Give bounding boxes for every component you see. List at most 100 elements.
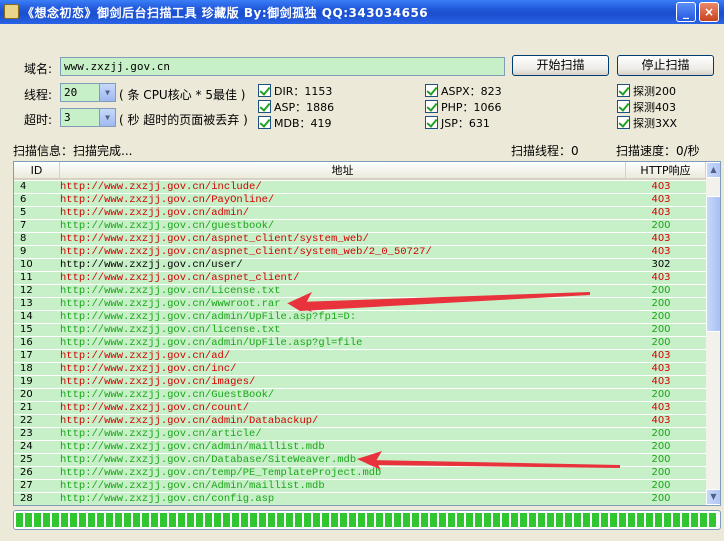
row-id: 7 (20, 220, 27, 231)
row-id: 26 (20, 467, 33, 478)
table-row[interactable]: 26 http://www.zxzjj.gov.cn/temp/PE_Templa… (14, 467, 706, 480)
table-row[interactable]: 7 http://www.zxzjj.gov.cn/guestbook/200 (14, 220, 706, 233)
checkbox-mdb-label: MDB：419 (274, 117, 332, 130)
table-row[interactable]: 5 http://www.zxzjj.gov.cn/admin/403 (14, 207, 706, 220)
row-http-code: 403 (651, 350, 671, 361)
row-http-code: 403 (651, 207, 671, 218)
row-id: 22 (20, 415, 33, 426)
table-row[interactable]: 22 http://www.zxzjj.gov.cn/admin/Databack… (14, 415, 706, 428)
close-button[interactable]: × (699, 2, 719, 22)
row-url: http://www.zxzjj.gov.cn/admin/maillist.m… (60, 441, 325, 453)
chevron-down-icon[interactable]: ▼ (99, 109, 115, 126)
app-icon (4, 4, 19, 19)
table-row[interactable]: 15 http://www.zxzjj.gov.cn/license.txt 200 (14, 324, 706, 337)
row-url: http://www.zxzjj.gov.cn/License.txt (60, 285, 281, 297)
row-http-code: 403 (651, 194, 671, 205)
checkbox-probe-200[interactable]: 探测200 (617, 83, 676, 98)
checkbox-checked-icon (617, 84, 630, 97)
table-row[interactable]: 21 http://www.zxzjj.gov.cn/count/403 (14, 402, 706, 415)
table-row[interactable]: 27 http://www.zxzjj.gov.cn/Admin/maillist… (14, 480, 706, 493)
checkbox-probe-3xx[interactable]: 探测3XX (617, 115, 677, 130)
row-id: 20 (20, 389, 33, 400)
domain-input[interactable]: www.zxzjj.gov.cn (60, 57, 505, 76)
checkbox-php[interactable]: PHP：1066 (425, 99, 502, 114)
minimize-icon: _ (683, 5, 689, 19)
checkbox-dir[interactable]: DIR：1153 (258, 83, 333, 98)
scroll-thumb[interactable] (706, 196, 720, 332)
row-http-code: 200 (651, 480, 671, 491)
row-http-code: 403 (651, 376, 671, 387)
checkbox-checked-icon (617, 100, 630, 113)
table-row[interactable]: 24 http://www.zxzjj.gov.cn/admin/maillist… (14, 441, 706, 454)
row-http-code: 200 (651, 298, 671, 309)
table-row[interactable]: 4 http://www.zxzjj.gov.cn/include/403 (14, 181, 706, 194)
checkbox-aspx[interactable]: ASPX：823 (425, 83, 502, 98)
table-row[interactable]: 14 http://www.zxzjj.gov.cn/admin/UpFile.a… (14, 311, 706, 324)
row-url: http://www.zxzjj.gov.cn/wwwroot.rar (60, 298, 281, 310)
list-rows: 4 http://www.zxzjj.gov.cn/include/403 6 htt… (14, 181, 706, 505)
row-id: 13 (20, 298, 33, 309)
threads-value: 20 (64, 86, 78, 99)
scan-progress-bar (13, 510, 721, 530)
table-row[interactable]: 9 http://www.zxzjj.gov.cn/aspnet_client/s… (14, 246, 706, 259)
column-header-address[interactable]: 地址 (60, 162, 626, 179)
row-id: 17 (20, 350, 33, 361)
timeout-label: 超时: (24, 113, 53, 127)
column-header-id[interactable]: ID (14, 162, 60, 179)
scroll-up-icon[interactable]: ▲ (706, 162, 720, 178)
results-list[interactable]: ID 地址 HTTP响应 4 http://www.zxzjj.gov.cn/in… (13, 161, 721, 506)
row-id: 18 (20, 363, 33, 374)
timeout-select[interactable]: 3 ▼ (60, 108, 116, 127)
table-row[interactable]: 16 http://www.zxzjj.gov.cn/admin/UpFile.a… (14, 337, 706, 350)
table-row[interactable]: 18 http://www.zxzjj.gov.cn/inc/403 (14, 363, 706, 376)
row-url: http://www.zxzjj.gov.cn/aspnet_client/sy… (60, 246, 432, 258)
checkbox-probe-403[interactable]: 探测403 (617, 99, 676, 114)
checkbox-checked-icon (258, 100, 271, 113)
table-row[interactable]: 17 http://www.zxzjj.gov.cn/ad/403 (14, 350, 706, 363)
row-http-code: 200 (651, 441, 671, 452)
row-url: http://www.zxzjj.gov.cn/ad/ (60, 350, 231, 362)
row-url: http://www.zxzjj.gov.cn/temp/PE_Template… (60, 467, 382, 479)
row-http-code: 200 (651, 285, 671, 296)
scroll-down-icon[interactable]: ▼ (706, 489, 720, 505)
scan-threads-status: 扫描线程：0 (511, 144, 579, 158)
row-http-code: 403 (651, 363, 671, 374)
threads-select[interactable]: 20 ▼ (60, 83, 116, 102)
minimize-button[interactable]: _ (676, 2, 696, 22)
table-row[interactable]: 23 http://www.zxzjj.gov.cn/article/200 (14, 428, 706, 441)
row-id: 6 (20, 194, 27, 205)
column-header-http[interactable]: HTTP响应 (626, 162, 706, 179)
domain-label: 域名: (24, 62, 53, 76)
checkbox-jsp[interactable]: JSP：631 (425, 115, 490, 130)
table-row[interactable]: 8 http://www.zxzjj.gov.cn/aspnet_client/s… (14, 233, 706, 246)
row-http-code: 200 (651, 389, 671, 400)
table-row[interactable]: 28 http://www.zxzjj.gov.cn/config.asp 200 (14, 493, 706, 505)
row-url: http://www.zxzjj.gov.cn/PayOnline/ (60, 194, 275, 206)
checkbox-mdb[interactable]: MDB：419 (258, 115, 332, 130)
row-id: 5 (20, 207, 27, 218)
checkbox-asp[interactable]: ASP：1886 (258, 99, 335, 114)
checkbox-probe-200-label: 探测200 (633, 85, 676, 98)
row-http-code: 403 (651, 246, 671, 257)
table-row[interactable]: 19 http://www.zxzjj.gov.cn/images/403 (14, 376, 706, 389)
row-url: http://www.zxzjj.gov.cn/guestbook/ (60, 220, 275, 232)
checkbox-dir-label: DIR：1153 (274, 85, 333, 98)
start-scan-button[interactable]: 开始扫描 (512, 55, 609, 76)
row-id: 12 (20, 285, 33, 296)
checkbox-checked-icon (617, 116, 630, 129)
row-id: 14 (20, 311, 33, 322)
vertical-scrollbar[interactable]: ▲ ▼ (706, 162, 720, 505)
table-row[interactable]: 13 http://www.zxzjj.gov.cn/wwwroot.rar 200 (14, 298, 706, 311)
checkbox-asp-label: ASP：1886 (274, 101, 335, 114)
table-row[interactable]: 6 http://www.zxzjj.gov.cn/PayOnline/403 (14, 194, 706, 207)
table-row[interactable]: 25 http://www.zxzjj.gov.cn/Database/SiteW… (14, 454, 706, 467)
table-row[interactable]: 12 http://www.zxzjj.gov.cn/License.txt 200 (14, 285, 706, 298)
stop-scan-button[interactable]: 停止扫描 (617, 55, 714, 76)
chevron-down-icon[interactable]: ▼ (99, 84, 115, 101)
table-row[interactable]: 11 http://www.zxzjj.gov.cn/aspnet_client/… (14, 272, 706, 285)
table-row[interactable]: 20 http://www.zxzjj.gov.cn/GuestBook/200 (14, 389, 706, 402)
table-row[interactable]: 10 http://www.zxzjj.gov.cn/user/302 (14, 259, 706, 272)
row-id: 15 (20, 324, 33, 335)
row-http-code: 302 (651, 259, 671, 270)
row-http-code: 403 (651, 181, 671, 192)
